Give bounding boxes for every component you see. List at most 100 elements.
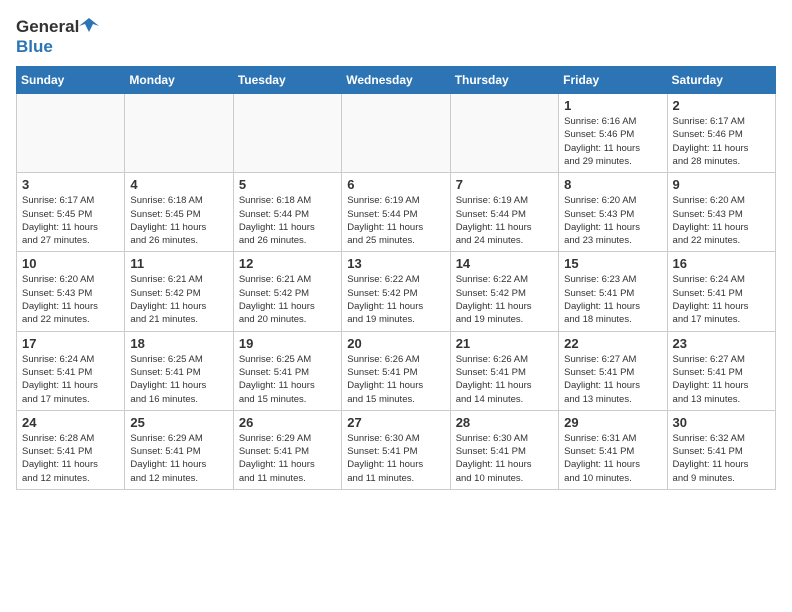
calendar-cell: 6 Sunrise: 6:19 AM Sunset: 5:44 PM Daylig… — [342, 173, 450, 252]
day-number: 24 — [22, 415, 119, 430]
calendar-cell: 9Sunrise: 6:20 AM Sunset: 5:43 PM Daylig… — [667, 173, 775, 252]
day-info: Sunrise: 6:24 AM Sunset: 5:41 PM Dayligh… — [22, 353, 119, 406]
logo-line2: Blue — [16, 37, 99, 57]
calendar-cell — [233, 94, 341, 173]
calendar-cell: 15 Sunrise: 6:23 AM Sunset: 5:41 PM Dayli… — [559, 252, 667, 331]
weekday-header-friday: Friday — [559, 67, 667, 94]
calendar-cell: 28 Sunrise: 6:30 AM Sunset: 5:41 PM Dayli… — [450, 410, 558, 489]
day-number: 20 — [347, 336, 444, 351]
calendar-cell: 7 Sunrise: 6:19 AM Sunset: 5:44 PM Daylig… — [450, 173, 558, 252]
day-number: 5 — [239, 177, 336, 192]
calendar-cell: 23 Sunrise: 6:27 AM Sunset: 5:41 PM Dayli… — [667, 331, 775, 410]
day-number: 1 — [564, 98, 661, 113]
calendar-cell: 4 Sunrise: 6:18 AM Sunset: 5:45 PM Daylig… — [125, 173, 233, 252]
day-info: Sunrise: 6:25 AM Sunset: 5:41 PM Dayligh… — [239, 353, 336, 406]
calendar-week-row: 3 Sunrise: 6:17 AM Sunset: 5:45 PM Daylig… — [17, 173, 776, 252]
calendar-cell: 13 Sunrise: 6:22 AM Sunset: 5:42 PM Dayli… — [342, 252, 450, 331]
day-info: Sunrise: 6:30 AM Sunset: 5:41 PM Dayligh… — [347, 432, 444, 485]
weekday-header-sunday: Sunday — [17, 67, 125, 94]
calendar-cell: 16Sunrise: 6:24 AM Sunset: 5:41 PM Dayli… — [667, 252, 775, 331]
day-info: Sunrise: 6:18 AM Sunset: 5:45 PM Dayligh… — [130, 194, 227, 247]
day-number: 19 — [239, 336, 336, 351]
day-number: 14 — [456, 256, 553, 271]
day-number: 4 — [130, 177, 227, 192]
day-number: 25 — [130, 415, 227, 430]
calendar-cell: 17Sunrise: 6:24 AM Sunset: 5:41 PM Dayli… — [17, 331, 125, 410]
calendar-cell: 3 Sunrise: 6:17 AM Sunset: 5:45 PM Daylig… — [17, 173, 125, 252]
day-number: 12 — [239, 256, 336, 271]
weekday-header-thursday: Thursday — [450, 67, 558, 94]
day-info: Sunrise: 6:23 AM Sunset: 5:41 PM Dayligh… — [564, 273, 661, 326]
calendar-cell: 27 Sunrise: 6:30 AM Sunset: 5:41 PM Dayli… — [342, 410, 450, 489]
day-number: 2 — [673, 98, 770, 113]
day-info: Sunrise: 6:21 AM Sunset: 5:42 PM Dayligh… — [130, 273, 227, 326]
weekday-header-wednesday: Wednesday — [342, 67, 450, 94]
calendar-cell — [125, 94, 233, 173]
page-header: General Blue — [16, 16, 776, 56]
day-number: 6 — [347, 177, 444, 192]
calendar-cell: 8Sunrise: 6:20 AM Sunset: 5:43 PM Daylig… — [559, 173, 667, 252]
day-info: Sunrise: 6:32 AM Sunset: 5:41 PM Dayligh… — [673, 432, 770, 485]
day-number: 11 — [130, 256, 227, 271]
day-number: 30 — [673, 415, 770, 430]
day-number: 16 — [673, 256, 770, 271]
day-number: 21 — [456, 336, 553, 351]
day-number: 22 — [564, 336, 661, 351]
day-info: Sunrise: 6:17 AM Sunset: 5:45 PM Dayligh… — [22, 194, 119, 247]
day-number: 7 — [456, 177, 553, 192]
calendar-cell: 30 Sunrise: 6:32 AM Sunset: 5:41 PM Dayli… — [667, 410, 775, 489]
calendar-cell: 5 Sunrise: 6:18 AM Sunset: 5:44 PM Daylig… — [233, 173, 341, 252]
calendar-week-row: 1 Sunrise: 6:16 AM Sunset: 5:46 PM Daylig… — [17, 94, 776, 173]
calendar-cell: 2 Sunrise: 6:17 AM Sunset: 5:46 PM Daylig… — [667, 94, 775, 173]
calendar-week-row: 24 Sunrise: 6:28 AM Sunset: 5:41 PM Dayli… — [17, 410, 776, 489]
day-info: Sunrise: 6:28 AM Sunset: 5:41 PM Dayligh… — [22, 432, 119, 485]
weekday-header-saturday: Saturday — [667, 67, 775, 94]
day-info: Sunrise: 6:16 AM Sunset: 5:46 PM Dayligh… — [564, 115, 661, 168]
logo: General Blue — [16, 16, 99, 56]
day-number: 15 — [564, 256, 661, 271]
calendar-table: SundayMondayTuesdayWednesdayThursdayFrid… — [16, 66, 776, 490]
calendar-cell: 25 Sunrise: 6:29 AM Sunset: 5:41 PM Dayli… — [125, 410, 233, 489]
day-info: Sunrise: 6:20 AM Sunset: 5:43 PM Dayligh… — [22, 273, 119, 326]
calendar-cell — [450, 94, 558, 173]
day-info: Sunrise: 6:30 AM Sunset: 5:41 PM Dayligh… — [456, 432, 553, 485]
day-info: Sunrise: 6:21 AM Sunset: 5:42 PM Dayligh… — [239, 273, 336, 326]
calendar-cell: 11 Sunrise: 6:21 AM Sunset: 5:42 PM Dayli… — [125, 252, 233, 331]
day-number: 29 — [564, 415, 661, 430]
day-info: Sunrise: 6:27 AM Sunset: 5:41 PM Dayligh… — [673, 353, 770, 406]
calendar-cell — [17, 94, 125, 173]
day-info: Sunrise: 6:19 AM Sunset: 5:44 PM Dayligh… — [347, 194, 444, 247]
day-info: Sunrise: 6:18 AM Sunset: 5:44 PM Dayligh… — [239, 194, 336, 247]
calendar-cell: 20 Sunrise: 6:26 AM Sunset: 5:41 PM Dayli… — [342, 331, 450, 410]
calendar-cell: 1 Sunrise: 6:16 AM Sunset: 5:46 PM Daylig… — [559, 94, 667, 173]
day-info: Sunrise: 6:26 AM Sunset: 5:41 PM Dayligh… — [456, 353, 553, 406]
calendar-week-row: 17Sunrise: 6:24 AM Sunset: 5:41 PM Dayli… — [17, 331, 776, 410]
calendar-cell: 29Sunrise: 6:31 AM Sunset: 5:41 PM Dayli… — [559, 410, 667, 489]
calendar-cell: 14 Sunrise: 6:22 AM Sunset: 5:42 PM Dayli… — [450, 252, 558, 331]
day-number: 18 — [130, 336, 227, 351]
calendar-week-row: 10 Sunrise: 6:20 AM Sunset: 5:43 PM Dayli… — [17, 252, 776, 331]
day-info: Sunrise: 6:29 AM Sunset: 5:41 PM Dayligh… — [239, 432, 336, 485]
day-info: Sunrise: 6:22 AM Sunset: 5:42 PM Dayligh… — [456, 273, 553, 326]
day-info: Sunrise: 6:22 AM Sunset: 5:42 PM Dayligh… — [347, 273, 444, 326]
day-number: 9 — [673, 177, 770, 192]
calendar-cell — [342, 94, 450, 173]
calendar-cell: 10 Sunrise: 6:20 AM Sunset: 5:43 PM Dayli… — [17, 252, 125, 331]
day-number: 8 — [564, 177, 661, 192]
weekday-header-monday: Monday — [125, 67, 233, 94]
day-info: Sunrise: 6:27 AM Sunset: 5:41 PM Dayligh… — [564, 353, 661, 406]
day-number: 10 — [22, 256, 119, 271]
day-info: Sunrise: 6:26 AM Sunset: 5:41 PM Dayligh… — [347, 353, 444, 406]
day-number: 27 — [347, 415, 444, 430]
calendar-cell: 24 Sunrise: 6:28 AM Sunset: 5:41 PM Dayli… — [17, 410, 125, 489]
logo-line1: General — [16, 16, 99, 37]
day-info: Sunrise: 6:29 AM Sunset: 5:41 PM Dayligh… — [130, 432, 227, 485]
day-number: 23 — [673, 336, 770, 351]
calendar-cell: 12 Sunrise: 6:21 AM Sunset: 5:42 PM Dayli… — [233, 252, 341, 331]
day-number: 3 — [22, 177, 119, 192]
day-number: 28 — [456, 415, 553, 430]
day-info: Sunrise: 6:19 AM Sunset: 5:44 PM Dayligh… — [456, 194, 553, 247]
day-info: Sunrise: 6:17 AM Sunset: 5:46 PM Dayligh… — [673, 115, 770, 168]
logo-bird-icon — [79, 18, 99, 32]
day-number: 13 — [347, 256, 444, 271]
